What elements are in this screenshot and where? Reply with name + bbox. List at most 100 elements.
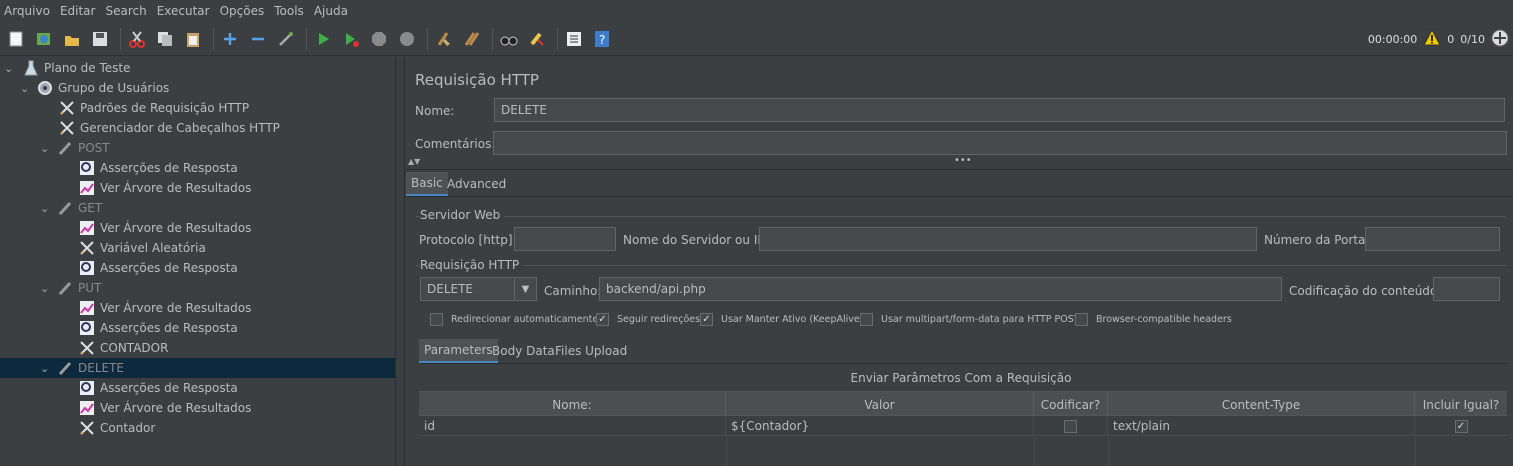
checkbox-label: Browser-compatible headers (1096, 314, 1232, 325)
start-icon[interactable] (311, 27, 335, 51)
start-no-pause-icon[interactable] (339, 27, 363, 51)
config-icon (78, 339, 96, 357)
multipart-checkbox[interactable]: Usar multipart/form-data para HTTP POST (860, 313, 1080, 326)
tree-node-delete[interactable]: ⌄ DELETE (0, 358, 395, 378)
tree-node-assertion[interactable]: Asserções de Resposta (78, 258, 238, 278)
table-row[interactable]: id ${Contador} text/plain ✓ (419, 416, 1507, 436)
search-icon[interactable] (497, 27, 521, 51)
reset-search-icon[interactable] (525, 27, 549, 51)
method-select[interactable]: DELETE ▼ (420, 277, 537, 301)
checkbox-box[interactable] (1075, 313, 1088, 326)
help-icon[interactable]: ? (590, 27, 614, 51)
chevron-down-icon[interactable]: ⌄ (4, 62, 16, 75)
checkbox-box[interactable] (430, 313, 443, 326)
tree-node-put[interactable]: ⌄ PUT (40, 278, 101, 298)
cut-icon[interactable] (125, 27, 149, 51)
tree-node-post[interactable]: ⌄ POST (40, 138, 110, 158)
encoding-field[interactable] (1433, 277, 1500, 301)
tree-node-results-tree[interactable]: Ver Árvore de Resultados (78, 398, 251, 418)
menu-editar[interactable]: Editar (60, 4, 96, 18)
chevron-down-icon[interactable]: ⌄ (40, 362, 52, 375)
check-icon[interactable]: ✓ (700, 313, 713, 326)
checkbox-label: Seguir redireções (617, 314, 701, 325)
column-header-value[interactable]: Valor (726, 392, 1034, 417)
browser-headers-checkbox[interactable]: Browser-compatible headers (1075, 313, 1232, 326)
tree-node-results-tree[interactable]: Ver Árvore de Resultados (78, 298, 251, 318)
tree-node-label: Padrões de Requisição HTTP (80, 101, 250, 115)
tree-node-random-variable[interactable]: Variável Aleatória (78, 238, 206, 258)
warning-icon[interactable] (1423, 28, 1442, 50)
cell-encode[interactable] (1034, 416, 1108, 436)
comments-field[interactable] (493, 131, 1507, 155)
column-header-include-equals[interactable]: Incluir Igual? (1415, 392, 1507, 417)
menu-ajuda[interactable]: Ajuda (314, 4, 348, 18)
column-header-name[interactable]: Nome: (419, 392, 726, 417)
cell-content-type[interactable]: text/plain (1108, 416, 1415, 436)
menu-opcoes[interactable]: Opções (220, 4, 265, 18)
drag-handle-icon[interactable]: ••• (954, 155, 972, 166)
copy-icon[interactable] (153, 27, 177, 51)
stop-icon[interactable] (367, 27, 391, 51)
tree-node-assertion[interactable]: Asserções de Resposta (78, 378, 238, 398)
tab-parameters[interactable]: Parameters (419, 339, 498, 363)
checkbox-box[interactable] (860, 313, 873, 326)
column-header-encode[interactable]: Codificar? (1034, 392, 1108, 417)
expand-icon[interactable] (218, 27, 242, 51)
menu-executar[interactable]: Executar (157, 4, 210, 18)
toggle-icon[interactable] (274, 27, 298, 51)
chevron-down-icon[interactable]: ⌄ (20, 82, 32, 95)
tree-node-results-tree[interactable]: Ver Árvore de Resultados (78, 178, 251, 198)
name-field[interactable] (494, 98, 1505, 122)
keepalive-checkbox[interactable]: ✓ Usar Manter Ativo (KeepAlive) (700, 313, 863, 326)
collapse-icon[interactable] (246, 27, 270, 51)
menu-arquivo[interactable]: Arquivo (4, 4, 50, 18)
paste-icon[interactable] (181, 27, 205, 51)
column-divider (726, 437, 727, 466)
chevron-down-icon[interactable]: ⌄ (40, 202, 52, 215)
tree-node-test-plan[interactable]: ⌄ Plano de Teste (4, 58, 131, 78)
chevron-down-icon[interactable]: ⌄ (40, 142, 52, 155)
follow-redirects-checkbox[interactable]: ✓ Seguir redireções (596, 313, 700, 326)
chevron-down-icon[interactable]: ⌄ (40, 282, 52, 295)
chevron-down-icon[interactable]: ▼ (514, 278, 536, 300)
cell-include-equals[interactable]: ✓ (1415, 416, 1507, 436)
port-field[interactable] (1365, 227, 1500, 251)
function-helper-icon[interactable] (562, 27, 586, 51)
server-field[interactable] (759, 227, 1257, 251)
cell-name[interactable]: id (419, 416, 726, 436)
redirect-auto-checkbox[interactable]: Redirecionar automaticamente (430, 313, 598, 326)
tree-node-thread-group[interactable]: ⌄ Grupo de Usuários (20, 78, 169, 98)
tree-node-get[interactable]: ⌄ GET (40, 198, 102, 218)
tab-body-data[interactable]: Body Data (487, 339, 560, 363)
open-icon[interactable] (60, 27, 84, 51)
checkbox-box[interactable] (1064, 419, 1077, 433)
column-header-content-type[interactable]: Content-Type (1108, 392, 1415, 417)
tree-node-assertion[interactable]: Asserções de Resposta (78, 158, 238, 178)
save-icon[interactable] (88, 27, 112, 51)
split-pane-divider[interactable] (396, 57, 405, 466)
column-divider (1034, 437, 1035, 466)
path-field[interactable] (599, 277, 1282, 301)
tree-node-counter[interactable]: Contador (78, 418, 155, 438)
tab-files-upload[interactable]: Files Upload (550, 339, 632, 363)
protocol-field[interactable] (514, 227, 616, 251)
tree-node-assertion[interactable]: Asserções de Resposta (78, 318, 238, 338)
tab-advanced[interactable]: Advanced (442, 172, 511, 196)
menu-tools[interactable]: Tools (274, 4, 304, 18)
menu-search[interactable]: Search (105, 4, 146, 18)
tree-node-counter[interactable]: CONTADOR (78, 338, 168, 358)
clear-all-icon[interactable] (460, 27, 484, 51)
remote-icon[interactable] (1491, 29, 1509, 50)
check-icon[interactable]: ✓ (596, 313, 609, 326)
clear-icon[interactable] (432, 27, 456, 51)
collapse-arrows-icon[interactable]: ▲▼ (408, 157, 420, 166)
shutdown-icon[interactable] (395, 27, 419, 51)
new-icon[interactable] (4, 27, 28, 51)
tree-node-header-manager[interactable]: Gerenciador de Cabeçalhos HTTP (58, 118, 280, 138)
cell-value[interactable]: ${Contador} (726, 416, 1034, 436)
collapse-splitter[interactable]: ▲▼ ••• (406, 155, 1513, 170)
tree-node-http-defaults[interactable]: Padrões de Requisição HTTP (58, 98, 249, 118)
tree-node-results-tree[interactable]: Ver Árvore de Resultados (78, 218, 251, 238)
templates-icon[interactable] (32, 27, 56, 51)
check-icon[interactable]: ✓ (1454, 419, 1468, 433)
